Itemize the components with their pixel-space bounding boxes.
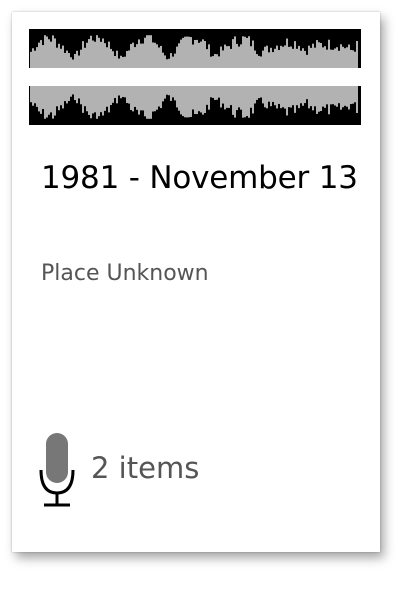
items-count-row: 2 items: [38, 431, 199, 511]
items-count-label: 2 items: [91, 451, 200, 485]
waveform-graphic: [29, 29, 361, 125]
recording-place: Place Unknown: [41, 261, 209, 286]
microphone-icon: [39, 433, 75, 507]
recording-date-title: 1981 - November 13: [41, 160, 358, 196]
waveform-thumbnail: [29, 29, 361, 125]
recording-card[interactable]: 1981 - November 13 Place Unknown 2 items: [12, 12, 380, 552]
waveform-center-band: [29, 68, 361, 86]
